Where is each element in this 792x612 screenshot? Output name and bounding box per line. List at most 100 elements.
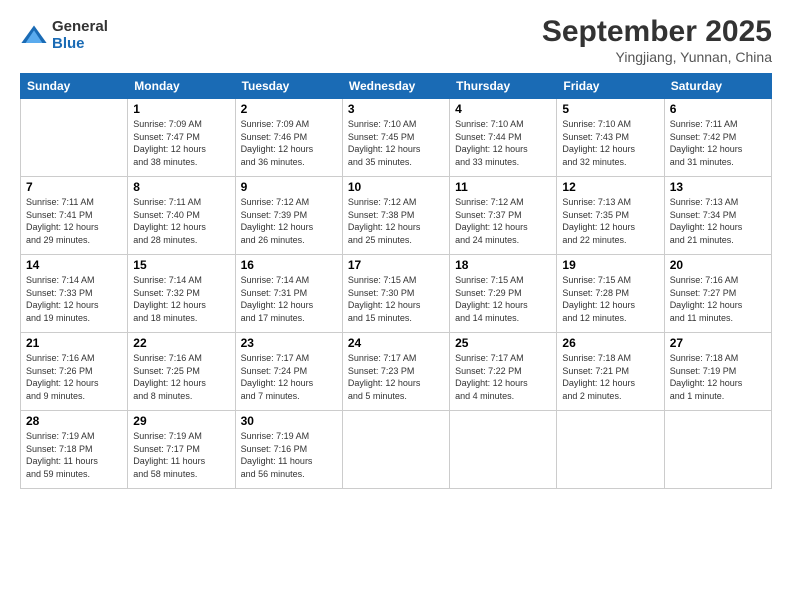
day-info: Sunrise: 7:10 AMSunset: 7:43 PMDaylight:… [562,118,658,168]
week-row-4: 21Sunrise: 7:16 AMSunset: 7:26 PMDayligh… [21,333,772,411]
week-row-1: 1Sunrise: 7:09 AMSunset: 7:47 PMDaylight… [21,99,772,177]
day-info: Sunrise: 7:12 AMSunset: 7:38 PMDaylight:… [348,196,444,246]
day-cell: 13Sunrise: 7:13 AMSunset: 7:34 PMDayligh… [664,177,771,255]
day-cell: 20 Sunrise: 7:16 AMSunset: 7:27 PMDayligh… [664,255,771,333]
day-info: Sunrise: 7:14 AMSunset: 7:31 PMDaylight:… [241,274,337,324]
day-cell [664,411,771,489]
day-number: 15 [133,258,229,272]
day-number: 2 [241,102,337,116]
day-cell [21,99,128,177]
calendar-header-row: Sunday Monday Tuesday Wednesday Thursday… [21,74,772,99]
day-info: Sunrise: 7:19 AMSunset: 7:18 PMDaylight:… [26,430,122,480]
day-info: Sunrise: 7:11 AMSunset: 7:40 PMDaylight:… [133,196,229,246]
logo-icon [20,22,48,50]
day-info: Sunrise: 7:10 AMSunset: 7:45 PMDaylight:… [348,118,444,168]
day-number: 4 [455,102,551,116]
day-number: 9 [241,180,337,194]
day-info: Sunrise: 7:15 AMSunset: 7:30 PMDaylight:… [348,274,444,324]
day-info: Sunrise: 7:16 AMSunset: 7:27 PMDaylight:… [670,274,766,324]
day-number: 20 [670,258,766,272]
day-number: 14 [26,258,122,272]
day-number: 10 [348,180,444,194]
day-info: Sunrise: 7:13 AMSunset: 7:35 PMDaylight:… [562,196,658,246]
day-cell: 27Sunrise: 7:18 AMSunset: 7:19 PMDayligh… [664,333,771,411]
day-number: 5 [562,102,658,116]
day-cell: 6 Sunrise: 7:11 AMSunset: 7:42 PMDaylight… [664,99,771,177]
day-info: Sunrise: 7:16 AMSunset: 7:25 PMDaylight:… [133,352,229,402]
col-sunday: Sunday [21,74,128,99]
day-cell: 15 Sunrise: 7:14 AMSunset: 7:32 PMDayligh… [128,255,235,333]
day-number: 28 [26,414,122,428]
day-info: Sunrise: 7:11 AMSunset: 7:41 PMDaylight:… [26,196,122,246]
day-info: Sunrise: 7:11 AMSunset: 7:42 PMDaylight:… [670,118,766,168]
day-info: Sunrise: 7:17 AMSunset: 7:22 PMDaylight:… [455,352,551,402]
col-saturday: Saturday [664,74,771,99]
day-cell [557,411,664,489]
day-cell: 3 Sunrise: 7:10 AMSunset: 7:45 PMDaylight… [342,99,449,177]
day-cell: 4Sunrise: 7:10 AMSunset: 7:44 PMDaylight… [450,99,557,177]
day-info: Sunrise: 7:15 AMSunset: 7:29 PMDaylight:… [455,274,551,324]
day-info: Sunrise: 7:14 AMSunset: 7:33 PMDaylight:… [26,274,122,324]
logo-general-text: General [52,19,108,36]
col-thursday: Thursday [450,74,557,99]
col-tuesday: Tuesday [235,74,342,99]
week-row-2: 7 Sunrise: 7:11 AMSunset: 7:41 PMDaylight… [21,177,772,255]
day-cell: 29 Sunrise: 7:19 AMSunset: 7:17 PMDayligh… [128,411,235,489]
day-info: Sunrise: 7:13 AMSunset: 7:34 PMDaylight:… [670,196,766,246]
day-cell: 11 Sunrise: 7:12 AMSunset: 7:37 PMDayligh… [450,177,557,255]
day-number: 1 [133,102,229,116]
day-info: Sunrise: 7:12 AMSunset: 7:39 PMDaylight:… [241,196,337,246]
calendar-table: Sunday Monday Tuesday Wednesday Thursday… [20,73,772,489]
day-cell: 16 Sunrise: 7:14 AMSunset: 7:31 PMDayligh… [235,255,342,333]
day-number: 3 [348,102,444,116]
logo-blue-text: Blue [52,36,108,53]
day-cell: 23Sunrise: 7:17 AMSunset: 7:24 PMDayligh… [235,333,342,411]
day-cell: 22 Sunrise: 7:16 AMSunset: 7:25 PMDayligh… [128,333,235,411]
day-cell: 30Sunrise: 7:19 AMSunset: 7:16 PMDayligh… [235,411,342,489]
day-info: Sunrise: 7:09 AMSunset: 7:46 PMDaylight:… [241,118,337,168]
day-cell: 21Sunrise: 7:16 AMSunset: 7:26 PMDayligh… [21,333,128,411]
day-cell: 10 Sunrise: 7:12 AMSunset: 7:38 PMDayligh… [342,177,449,255]
day-number: 29 [133,414,229,428]
day-cell: 9 Sunrise: 7:12 AMSunset: 7:39 PMDaylight… [235,177,342,255]
day-cell: 24 Sunrise: 7:17 AMSunset: 7:23 PMDayligh… [342,333,449,411]
day-number: 26 [562,336,658,350]
day-cell: 18 Sunrise: 7:15 AMSunset: 7:29 PMDayligh… [450,255,557,333]
day-info: Sunrise: 7:19 AMSunset: 7:17 PMDaylight:… [133,430,229,480]
day-number: 11 [455,180,551,194]
day-cell: 28 Sunrise: 7:19 AMSunset: 7:18 PMDayligh… [21,411,128,489]
month-title: September 2025 [542,15,772,49]
day-cell: 7 Sunrise: 7:11 AMSunset: 7:41 PMDaylight… [21,177,128,255]
day-number: 22 [133,336,229,350]
day-cell: 17 Sunrise: 7:15 AMSunset: 7:30 PMDayligh… [342,255,449,333]
page: General Blue September 2025 Yingjiang, Y… [0,0,792,612]
col-wednesday: Wednesday [342,74,449,99]
day-cell: 5 Sunrise: 7:10 AMSunset: 7:43 PMDaylight… [557,99,664,177]
day-cell: 1Sunrise: 7:09 AMSunset: 7:47 PMDaylight… [128,99,235,177]
day-number: 17 [348,258,444,272]
day-info: Sunrise: 7:15 AMSunset: 7:28 PMDaylight:… [562,274,658,324]
day-info: Sunrise: 7:17 AMSunset: 7:23 PMDaylight:… [348,352,444,402]
day-cell: 26 Sunrise: 7:18 AMSunset: 7:21 PMDayligh… [557,333,664,411]
day-number: 18 [455,258,551,272]
day-cell: 25Sunrise: 7:17 AMSunset: 7:22 PMDayligh… [450,333,557,411]
day-number: 19 [562,258,658,272]
col-friday: Friday [557,74,664,99]
week-row-3: 14 Sunrise: 7:14 AMSunset: 7:33 PMDayligh… [21,255,772,333]
day-cell [342,411,449,489]
day-number: 24 [348,336,444,350]
day-cell: 2 Sunrise: 7:09 AMSunset: 7:46 PMDaylight… [235,99,342,177]
day-info: Sunrise: 7:19 AMSunset: 7:16 PMDaylight:… [241,430,337,480]
day-number: 7 [26,180,122,194]
day-info: Sunrise: 7:14 AMSunset: 7:32 PMDaylight:… [133,274,229,324]
day-number: 16 [241,258,337,272]
day-number: 27 [670,336,766,350]
day-info: Sunrise: 7:12 AMSunset: 7:37 PMDaylight:… [455,196,551,246]
day-info: Sunrise: 7:18 AMSunset: 7:21 PMDaylight:… [562,352,658,402]
day-number: 8 [133,180,229,194]
week-row-5: 28 Sunrise: 7:19 AMSunset: 7:18 PMDayligh… [21,411,772,489]
day-number: 6 [670,102,766,116]
day-number: 21 [26,336,122,350]
day-cell: 8 Sunrise: 7:11 AMSunset: 7:40 PMDaylight… [128,177,235,255]
day-cell: 19 Sunrise: 7:15 AMSunset: 7:28 PMDayligh… [557,255,664,333]
